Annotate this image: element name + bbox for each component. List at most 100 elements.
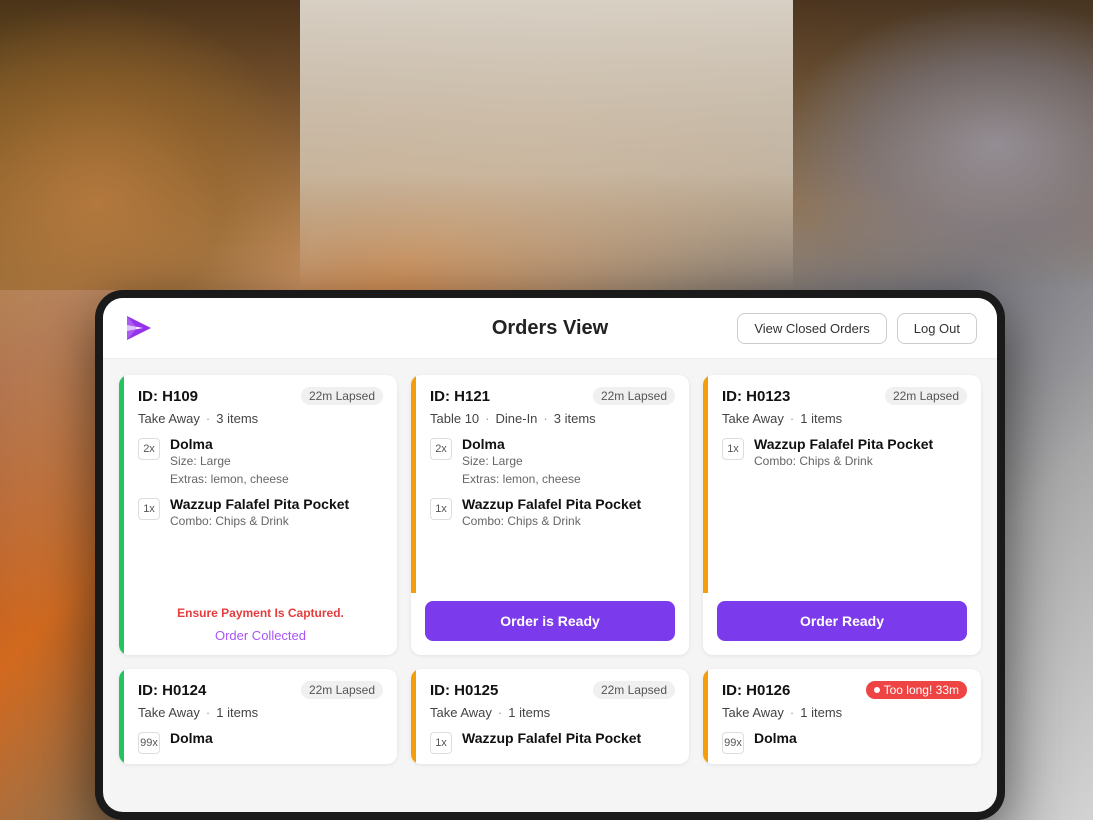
item-sub: Size: Large Extras: lemon, cheese — [462, 452, 675, 488]
order-type-label: Take Away — [430, 705, 492, 720]
dot-sep: · — [790, 411, 794, 426]
dot-sep: · — [485, 411, 489, 426]
order-header: ID: H0126 Too long! 33m — [722, 681, 967, 699]
tablet-screen: Orders View View Closed Orders Log Out I… — [103, 298, 997, 812]
order-card-h121: ID: H121 22m Lapsed Table 10 · Dine-In ·… — [411, 375, 689, 655]
order-item-count: 1 items — [216, 705, 258, 720]
order-item-count: 1 items — [800, 705, 842, 720]
item-name: Dolma — [170, 730, 383, 746]
order-header: ID: H0125 22m Lapsed — [430, 681, 675, 699]
orders-grid: ID: H109 22m Lapsed Take Away · 3 items … — [103, 359, 997, 812]
list-item: 2x Dolma Size: Large Extras: lemon, chee… — [138, 436, 383, 488]
time-label: Too long! 33m — [884, 683, 959, 697]
item-qty: 99x — [722, 732, 744, 754]
order-content: ID: H121 22m Lapsed Table 10 · Dine-In ·… — [416, 375, 689, 593]
header-actions: View Closed Orders Log Out — [737, 313, 977, 344]
dot-sep: · — [206, 411, 210, 426]
order-items: 2x Dolma Size: Large Extras: lemon, chee… — [430, 436, 675, 581]
order-type: Take Away · 3 items — [138, 411, 383, 426]
item-details: Dolma — [754, 730, 967, 754]
order-header: ID: H121 22m Lapsed — [430, 387, 675, 405]
list-item: 1x Wazzup Falafel Pita Pocket Combo: Chi… — [138, 496, 383, 530]
item-qty: 99x — [138, 732, 160, 754]
dot-sep: · — [206, 705, 210, 720]
order-type-label: Table 10 — [430, 411, 479, 426]
item-qty: 1x — [430, 498, 452, 520]
time-badge: 22m Lapsed — [301, 387, 383, 405]
item-sub: Combo: Chips & Drink — [170, 512, 383, 530]
list-item: 1x Wazzup Falafel Pita Pocket Combo: Chi… — [722, 436, 967, 470]
item-details: Dolma Size: Large Extras: lemon, cheese — [170, 436, 383, 488]
time-badge: 22m Lapsed — [593, 681, 675, 699]
item-qty: 2x — [430, 438, 452, 460]
order-type: Take Away · 1 items — [430, 705, 675, 720]
item-name: Dolma — [754, 730, 967, 746]
dot-sep: · — [543, 411, 547, 426]
app-logo-icon — [123, 312, 155, 344]
dot-sep: · — [498, 705, 502, 720]
time-badge: 22m Lapsed — [593, 387, 675, 405]
order-ready-button[interactable]: Order Ready — [717, 601, 967, 641]
order-card-h0124: ID: H0124 22m Lapsed Take Away · 1 items… — [119, 669, 397, 764]
order-header: ID: H0124 22m Lapsed — [138, 681, 383, 699]
order-item-count: 1 items — [800, 411, 842, 426]
order-content: ID: H0126 Too long! 33m Take Away · 1 it… — [708, 669, 981, 764]
order-id: ID: H0125 — [430, 682, 498, 699]
order-type-label: Take Away — [722, 705, 784, 720]
order-collected-label: Order Collected — [138, 628, 383, 643]
list-item: 99x Dolma — [138, 730, 383, 754]
item-name: Dolma — [462, 436, 675, 452]
order-id: ID: H0123 — [722, 388, 790, 405]
page-title: Orders View — [492, 317, 608, 340]
order-type-label: Take Away — [722, 411, 784, 426]
item-name: Wazzup Falafel Pita Pocket — [462, 730, 675, 746]
order-header: ID: H109 22m Lapsed — [138, 387, 383, 405]
list-item: 1x Wazzup Falafel Pita Pocket Combo: Chi… — [430, 496, 675, 530]
item-details: Wazzup Falafel Pita Pocket — [462, 730, 675, 754]
order-id: ID: H0126 — [722, 682, 790, 699]
item-details: Dolma Size: Large Extras: lemon, cheese — [462, 436, 675, 488]
dine-in-label: Dine-In — [496, 411, 538, 426]
order-content: ID: H0125 22m Lapsed Take Away · 1 items… — [416, 669, 689, 764]
order-card-inner: ID: H109 22m Lapsed Take Away · 3 items … — [119, 375, 397, 655]
view-closed-orders-button[interactable]: View Closed Orders — [737, 313, 886, 344]
order-card-h0123: ID: H0123 22m Lapsed Take Away · 1 items… — [703, 375, 981, 655]
item-details: Dolma — [170, 730, 383, 754]
order-header: ID: H0123 22m Lapsed — [722, 387, 967, 405]
tablet-device: Orders View View Closed Orders Log Out I… — [95, 290, 1005, 820]
order-type-label: Take Away — [138, 411, 200, 426]
list-item: 2x Dolma Size: Large Extras: lemon, chee… — [430, 436, 675, 488]
order-type: Table 10 · Dine-In · 3 items — [430, 411, 675, 426]
order-content: ID: H0123 22m Lapsed Take Away · 1 items… — [708, 375, 981, 593]
order-content: ID: H0124 22m Lapsed Take Away · 1 items… — [124, 669, 397, 764]
order-item-count: 3 items — [216, 411, 258, 426]
order-items: 1x Wazzup Falafel Pita Pocket Combo: Chi… — [722, 436, 967, 581]
order-item-count: 3 items — [554, 411, 596, 426]
order-card-h109: ID: H109 22m Lapsed Take Away · 3 items … — [119, 375, 397, 655]
item-details: Wazzup Falafel Pita Pocket Combo: Chips … — [754, 436, 967, 470]
order-type: Take Away · 1 items — [722, 705, 967, 720]
chef-body-center — [300, 0, 793, 290]
order-item-count: 1 items — [508, 705, 550, 720]
chef-scene-right — [773, 0, 1093, 290]
list-item: 1x Wazzup Falafel Pita Pocket — [430, 730, 675, 754]
list-item: 99x Dolma — [722, 730, 967, 754]
order-card-h0126: ID: H0126 Too long! 33m Take Away · 1 it… — [703, 669, 981, 764]
order-card-inner: ID: H0123 22m Lapsed Take Away · 1 items… — [703, 375, 981, 593]
order-type-label: Take Away — [138, 705, 200, 720]
item-details: Wazzup Falafel Pita Pocket Combo: Chips … — [170, 496, 383, 530]
item-name: Wazzup Falafel Pita Pocket — [754, 436, 967, 452]
order-items: 99x Dolma — [722, 730, 967, 754]
order-card-inner: ID: H121 22m Lapsed Table 10 · Dine-In ·… — [411, 375, 689, 593]
item-details: Wazzup Falafel Pita Pocket Combo: Chips … — [462, 496, 675, 530]
chef-scene-left — [0, 0, 320, 290]
log-out-button[interactable]: Log Out — [897, 313, 977, 344]
payment-warning: Ensure Payment Is Captured. — [138, 606, 383, 620]
item-name: Wazzup Falafel Pita Pocket — [462, 496, 675, 512]
order-is-ready-button[interactable]: Order is Ready — [425, 601, 675, 641]
time-badge: 22m Lapsed — [885, 387, 967, 405]
item-sub: Combo: Chips & Drink — [462, 512, 675, 530]
item-qty: 1x — [138, 498, 160, 520]
red-dot-icon — [874, 687, 880, 693]
item-qty: 2x — [138, 438, 160, 460]
